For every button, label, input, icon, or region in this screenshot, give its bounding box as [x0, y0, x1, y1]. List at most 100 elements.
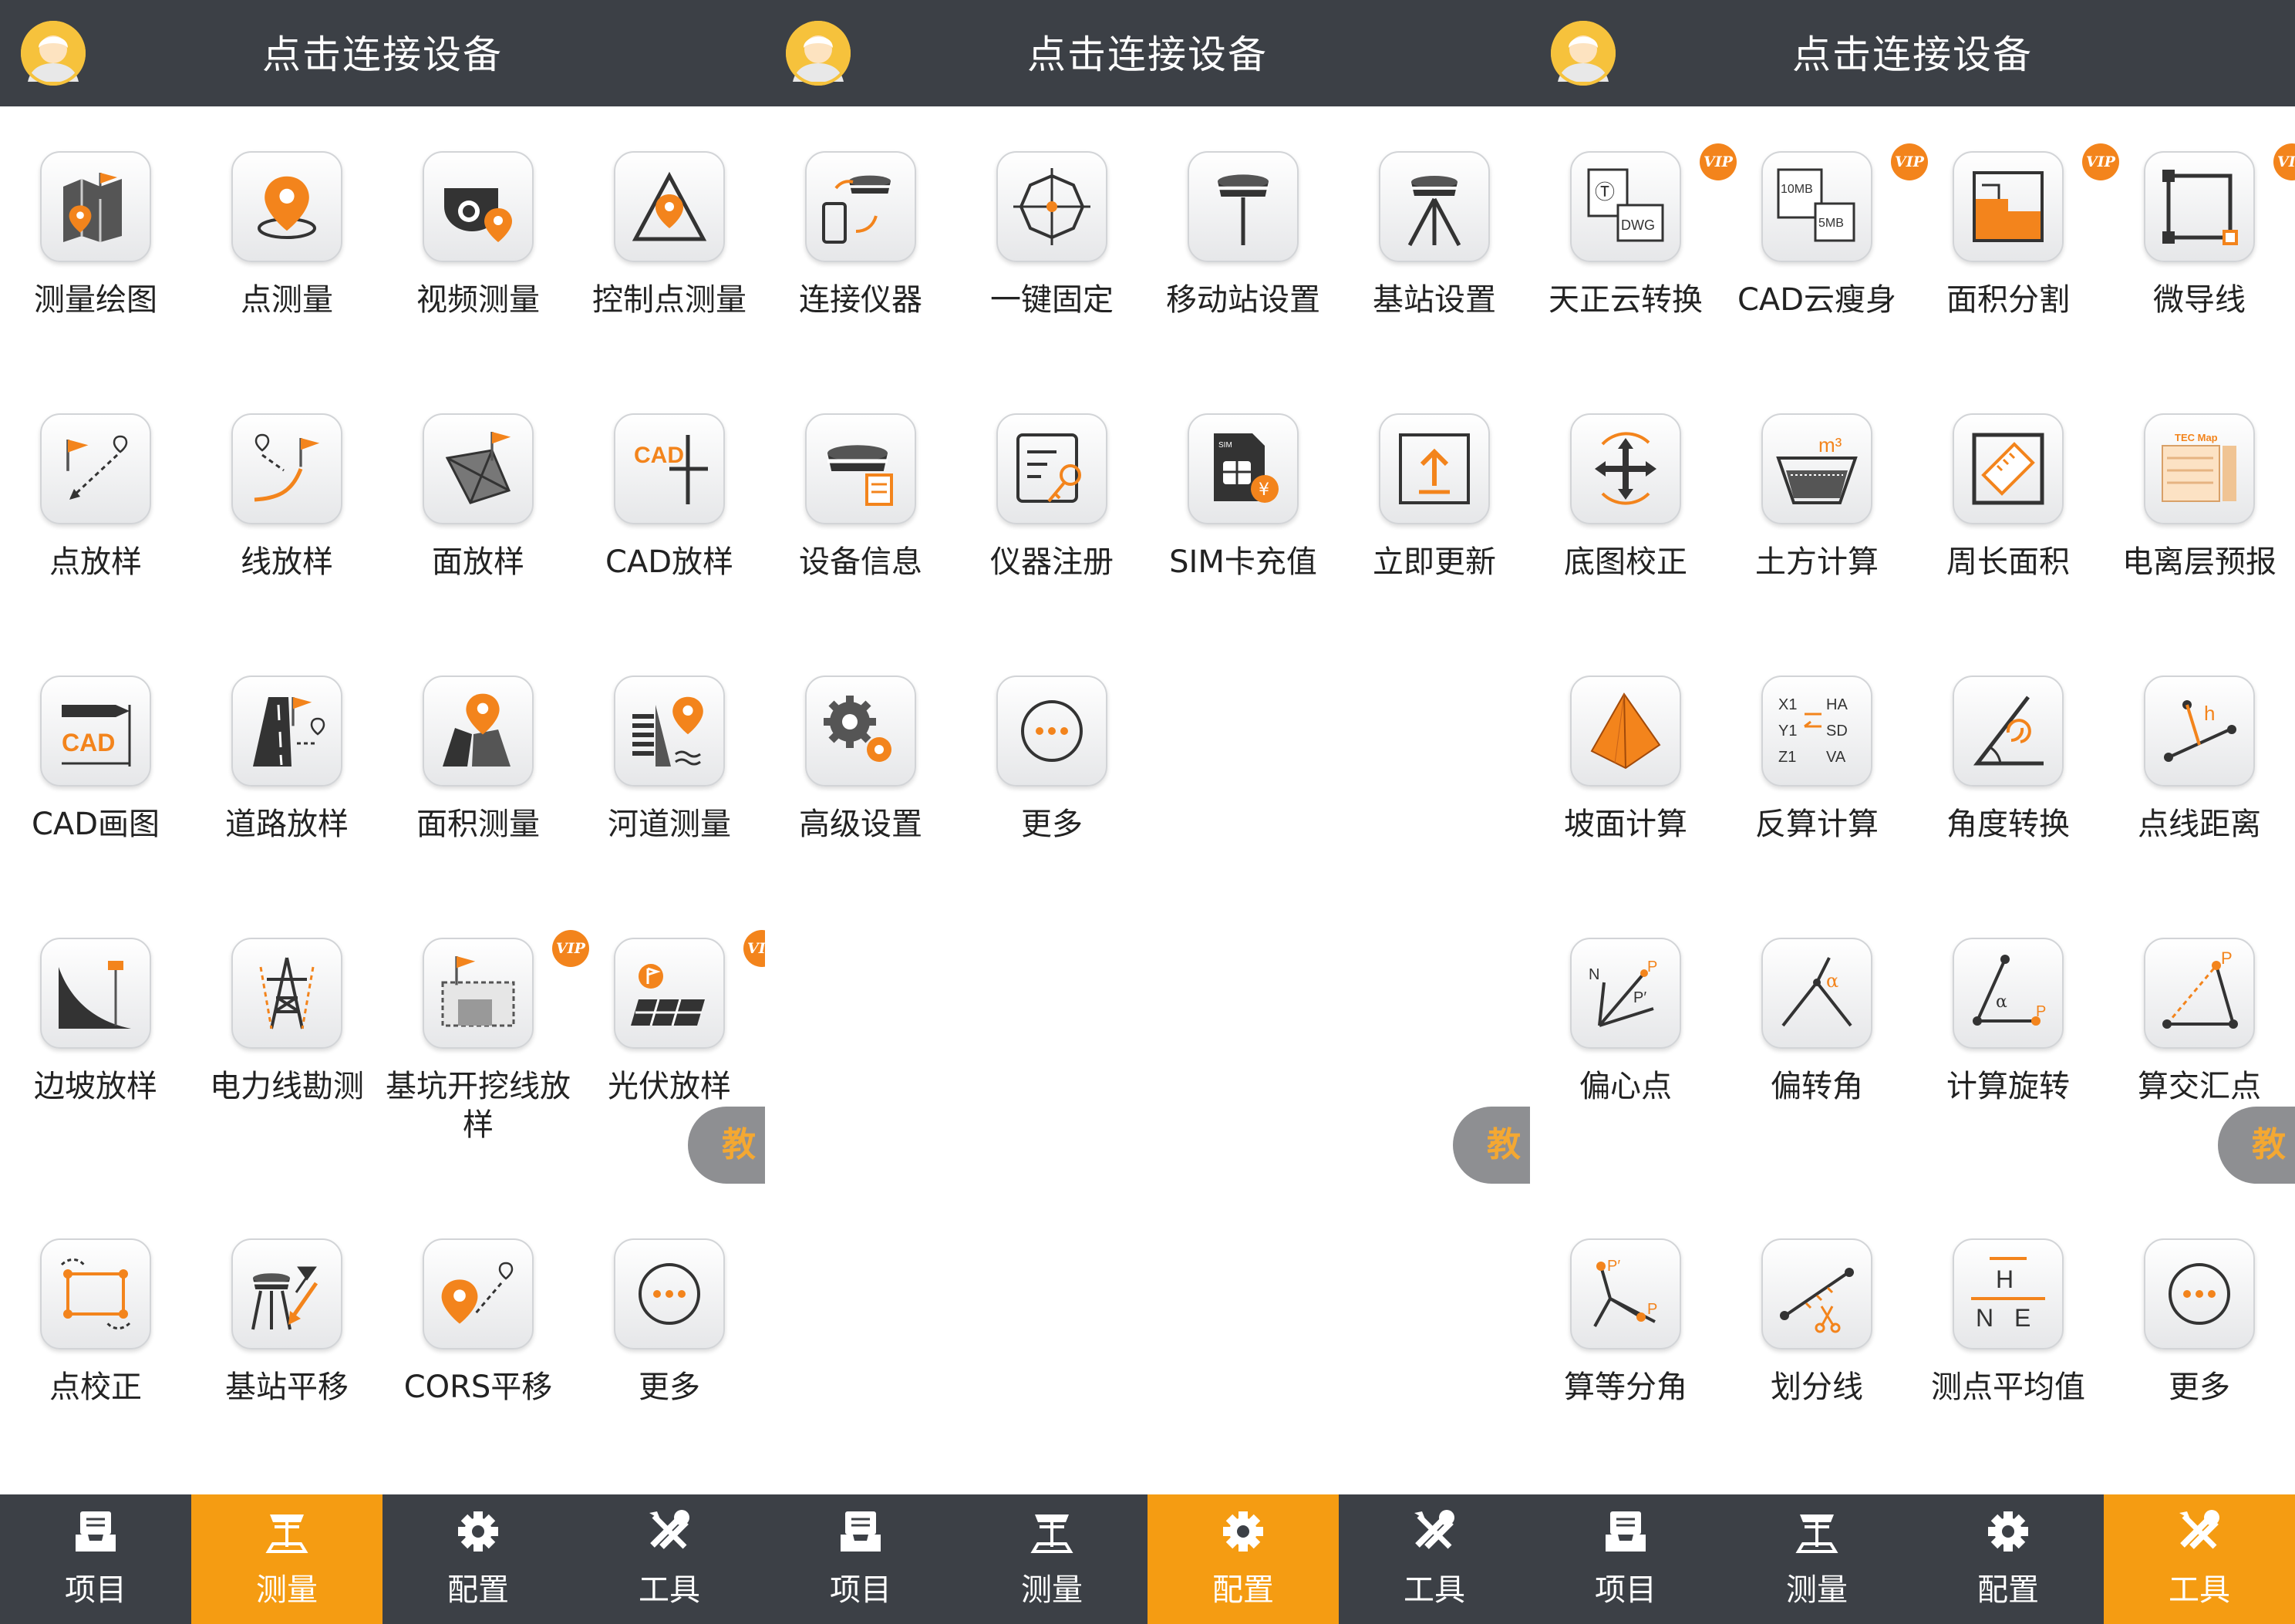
- tile-icon-box[interactable]: [423, 151, 534, 262]
- tile-icon-box[interactable]: [1379, 151, 1490, 262]
- tile-icon-box[interactable]: [40, 151, 151, 262]
- tile-label: 点放样: [49, 544, 142, 580]
- tile-label: 基站设置: [1373, 282, 1496, 318]
- tab-measure[interactable]: 测量: [1721, 1494, 1912, 1624]
- tile-icon-box[interactable]: [1953, 413, 2064, 524]
- tile-label: CORS平移: [403, 1370, 553, 1405]
- tile-icon-box[interactable]: VIP: [1953, 143, 2119, 262]
- tile-icon-box[interactable]: VIP: [423, 930, 589, 1049]
- tab-config[interactable]: 配置: [1912, 1494, 2104, 1624]
- tab-project[interactable]: 项目: [0, 1494, 191, 1624]
- tile-icon-box[interactable]: [805, 676, 916, 787]
- tab-measure[interactable]: 测量: [191, 1494, 382, 1624]
- tab-config[interactable]: 配置: [382, 1494, 574, 1624]
- tile-icon-box[interactable]: [805, 151, 916, 262]
- tab-tools[interactable]: 工具: [1339, 1494, 1530, 1624]
- earthwork-icon: m³: [1776, 433, 1858, 504]
- tile-icon-box[interactable]: N P P′: [1570, 938, 1681, 1049]
- tile-label: 更多: [2169, 1370, 2230, 1405]
- tile-label: 划分线: [1771, 1370, 1863, 1405]
- tile-icon-box[interactable]: [805, 413, 916, 524]
- tile-icon-box[interactable]: αP: [1953, 938, 2064, 1049]
- tab-label: 测量: [1786, 1572, 1848, 1608]
- tab-project[interactable]: 项目: [1530, 1494, 1721, 1624]
- tile-icon-box[interactable]: [231, 938, 342, 1049]
- connect-device-title[interactable]: 点击连接设备: [765, 0, 1530, 106]
- tile-icon-box[interactable]: [1379, 413, 1490, 524]
- tile-icon-box[interactable]: [231, 1238, 342, 1349]
- tile-icon-box[interactable]: [423, 1238, 534, 1349]
- tile-icon-box[interactable]: HNE: [1953, 1238, 2064, 1349]
- tile-label: 角度转换: [1946, 807, 2070, 842]
- tile-icon-box[interactable]: [231, 413, 342, 524]
- tile-icon-box[interactable]: [1188, 151, 1299, 262]
- tile-icon-box[interactable]: [423, 413, 534, 524]
- tile-icon-box[interactable]: [231, 151, 342, 262]
- tile-icon-box[interactable]: [1761, 1238, 1872, 1349]
- tile-icon-box[interactable]: [2144, 1238, 2255, 1349]
- tab-measure[interactable]: 测量: [956, 1494, 1148, 1624]
- svg-text:h: h: [2204, 702, 2215, 725]
- tile-icon-box[interactable]: SIM ¥: [1188, 413, 1299, 524]
- tile-icon-box[interactable]: [996, 676, 1107, 787]
- device-info-icon: [827, 445, 893, 506]
- connect-device-title[interactable]: 点击连接设备: [1530, 0, 2295, 106]
- tile-icon-box[interactable]: [614, 151, 725, 262]
- settings-gear-icon: [458, 1511, 498, 1552]
- tile-icon-box[interactable]: [996, 413, 1107, 524]
- tutorial-float-button[interactable]: 教: [1453, 1107, 1530, 1184]
- dwg-convert-icon: Ⓣ DWG: [1587, 168, 1664, 242]
- tile-icon-box[interactable]: [1570, 676, 1681, 787]
- tile-icon-box[interactable]: h: [2144, 676, 2255, 787]
- tile-icon-box[interactable]: [231, 676, 342, 787]
- tile-icon-box[interactable]: [614, 676, 725, 787]
- gears-icon: [824, 696, 891, 762]
- tab-tools[interactable]: 工具: [574, 1494, 765, 1624]
- location-pin-icon: [258, 176, 316, 239]
- cad-ruler-icon: CAD: [62, 705, 131, 767]
- tile-icon-box[interactable]: m³: [1761, 413, 1872, 524]
- tile-icon-box[interactable]: VIP: [614, 930, 765, 1049]
- tile-icon-box[interactable]: [1953, 676, 2064, 787]
- tile-label: 立即更新: [1373, 544, 1496, 580]
- connect-device-title[interactable]: 点击连接设备: [0, 0, 765, 106]
- settings-gear-icon: [1988, 1511, 2028, 1552]
- tab-config[interactable]: 配置: [1148, 1494, 1339, 1624]
- tile-icon-box[interactable]: CAD: [614, 413, 725, 524]
- rotation-calc-icon: αP: [1973, 955, 2046, 1026]
- tile-icon-box[interactable]: TEC Map: [2144, 413, 2255, 524]
- tile-icon-box[interactable]: Ⓣ DWG VIP: [1570, 143, 1737, 262]
- tile-icon-box[interactable]: [423, 676, 534, 787]
- tile-icon-box[interactable]: 10MB 5MB VIP: [1761, 143, 1928, 262]
- tile-icon-box[interactable]: [1570, 413, 1681, 524]
- tile-icon-box[interactable]: α: [1761, 938, 1872, 1049]
- tile-icon-box[interactable]: P′ P: [1570, 1238, 1681, 1349]
- bottom-tab-bar: 项目 测量 配置 工具: [1530, 1494, 2295, 1624]
- tile-label: 控制点测量: [592, 282, 746, 318]
- settings-gear-icon: [1223, 1511, 1263, 1552]
- cad-slim-icon: 10MB 5MB: [1777, 168, 1855, 242]
- tile-icon-box[interactable]: [614, 1238, 725, 1349]
- svg-text:TEC Map: TEC Map: [2175, 432, 2218, 443]
- svg-text:10MB: 10MB: [1781, 183, 1813, 196]
- tab-project[interactable]: 项目: [765, 1494, 956, 1624]
- tile-icon-box[interactable]: X1 Y1 Z1 HA SD VA: [1761, 676, 1872, 787]
- tile-label: 偏心点: [1579, 1069, 1672, 1104]
- tab-tools[interactable]: 工具: [2104, 1494, 2295, 1624]
- tab-label: 工具: [2169, 1572, 2230, 1608]
- tile-icon-box[interactable]: [40, 413, 151, 524]
- tutorial-float-button[interactable]: 教: [2218, 1107, 2295, 1184]
- tab-label: 配置: [1977, 1572, 2039, 1608]
- divide-line-icon: [1780, 1268, 1854, 1333]
- deflection-angle-icon: α: [1781, 957, 1852, 1027]
- tile-icon-box[interactable]: VIP: [2144, 143, 2295, 262]
- tile-icon-box[interactable]: [40, 1238, 151, 1349]
- inverse-calc-icon: X1 Y1 Z1 HA SD VA: [1778, 696, 1848, 766]
- tile-icon-box[interactable]: [996, 151, 1107, 262]
- tutorial-float-button[interactable]: 教: [688, 1107, 765, 1184]
- tile-icon-box[interactable]: [40, 938, 151, 1049]
- power-tower-icon: [259, 957, 315, 1029]
- tile-icon-box[interactable]: P: [2144, 938, 2255, 1049]
- tile-icon-box[interactable]: CAD: [40, 676, 151, 787]
- crosshair-target-icon: [1013, 168, 1090, 245]
